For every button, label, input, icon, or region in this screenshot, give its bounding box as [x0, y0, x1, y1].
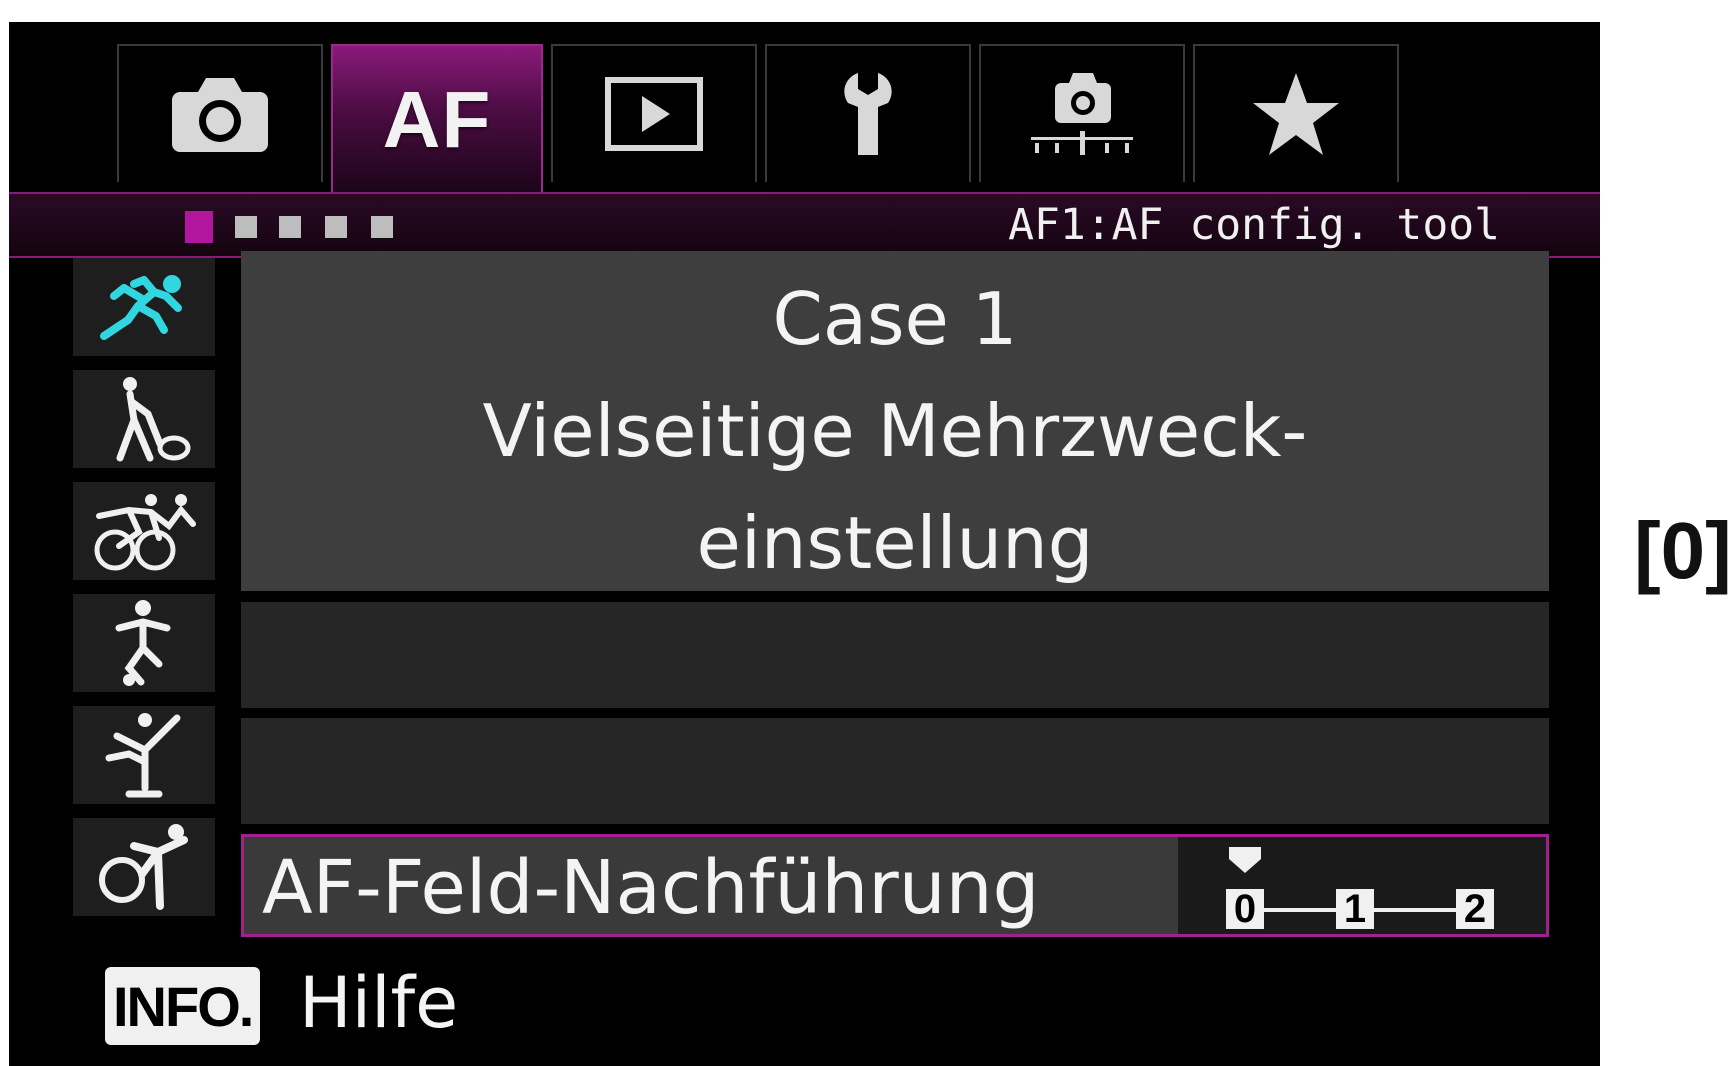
custom-camera-icon: [1031, 73, 1133, 155]
tab-shooting[interactable]: [117, 44, 323, 182]
current-value-annotation: [0]: [1634, 506, 1732, 595]
page-dot-1[interactable]: [185, 211, 213, 243]
camera-icon: [172, 78, 268, 152]
case-2-button[interactable]: [73, 370, 215, 468]
gymnast-cyclist-icon: [99, 824, 188, 910]
case-4-button[interactable]: [73, 594, 215, 692]
tab-playback[interactable]: [551, 44, 757, 182]
level-marker-icon: [1229, 847, 1261, 873]
sprinter-icon: [100, 275, 182, 340]
setting-level-scale[interactable]: 0 1 2: [1178, 837, 1546, 934]
page-indicator-bar: AF1:AF config. tool: [9, 192, 1600, 258]
help-label: Hilfe: [299, 962, 459, 1044]
tab-af[interactable]: AF: [331, 44, 543, 194]
level-connector-2: [1374, 908, 1456, 912]
case-description-line1: Vielseitige Mehrzweck-: [482, 389, 1308, 473]
level-0: 0: [1226, 889, 1264, 929]
level-connector-1: [1264, 908, 1336, 912]
empty-row-2: [241, 718, 1549, 824]
page-dot-4[interactable]: [325, 216, 347, 238]
setting-row-af-tracking[interactable]: AF-Feld-Nachführung 0 1 2: [241, 834, 1549, 937]
case-description-line2: einstellung: [696, 501, 1094, 585]
case-description-panel: Case 1 Vielseitige Mehrzweck- einstellun…: [241, 251, 1549, 591]
page-dot-5[interactable]: [371, 216, 393, 238]
case-3-button[interactable]: [73, 482, 215, 580]
page-dot-3[interactable]: [279, 216, 301, 238]
wrench-icon: [844, 73, 892, 155]
tab-custom-functions[interactable]: [979, 44, 1185, 182]
level-1: 1: [1336, 889, 1374, 929]
soccer-player-icon: [115, 600, 171, 686]
playback-icon: [605, 77, 703, 151]
case-name: Case 1: [772, 277, 1018, 361]
cyclists-icon: [94, 494, 196, 571]
menu-title: AF1:AF config. tool: [1008, 200, 1500, 250]
figure-skater-icon: [105, 713, 181, 798]
case-6-button[interactable]: [73, 818, 215, 916]
setting-label: AF-Feld-Nachführung: [262, 845, 1040, 931]
page-dot-2[interactable]: [235, 216, 257, 238]
empty-row-1: [241, 602, 1549, 708]
af-tab-label: AF: [382, 75, 492, 164]
camera-menu-screen: AF AF1:AF config. tool Case 1 Vielseitig…: [9, 22, 1600, 1066]
tennis-player-icon: [116, 377, 191, 462]
case-1-button[interactable]: [73, 258, 215, 356]
case-5-button[interactable]: [73, 706, 215, 804]
tab-setup[interactable]: [765, 44, 971, 182]
info-button[interactable]: INFO.: [105, 967, 261, 1045]
level-2: 2: [1456, 889, 1494, 929]
star-icon: [1253, 73, 1339, 155]
tab-my-menu[interactable]: [1193, 44, 1399, 182]
